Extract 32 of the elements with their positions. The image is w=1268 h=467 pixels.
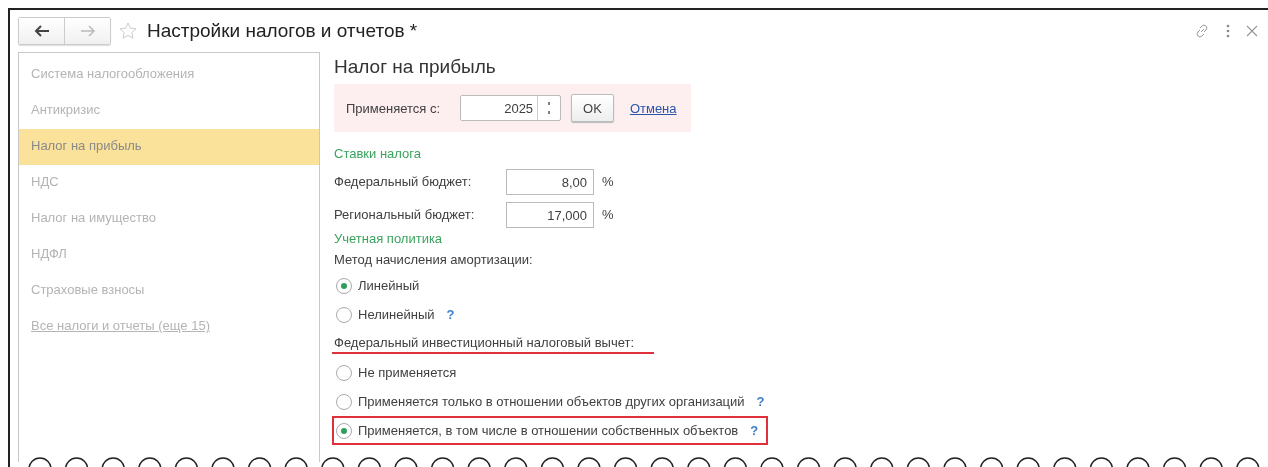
field-label: Применяется с:: [346, 100, 441, 116]
option-label[interactable]: Линейный: [358, 278, 420, 293]
group-heading: Ставки налога: [334, 146, 421, 161]
close-icon[interactable]: [1246, 25, 1258, 37]
section-title: Налог на прибыль: [334, 56, 497, 78]
option-label[interactable]: Применяется, в том числе в отношении собственных объектов: [358, 423, 739, 438]
help-icon[interactable]: ?: [446, 307, 455, 322]
rate-field[interactable]: 17,000: [506, 201, 594, 228]
option-label[interactable]: Не применяется: [358, 365, 457, 380]
option-label[interactable]: Применяется только в отношении объектов других организаций: [358, 394, 745, 409]
help-icon[interactable]: ?: [750, 423, 759, 438]
field-label: Региональный бюджет:: [334, 207, 476, 222]
star-icon[interactable]: [119, 22, 137, 40]
link-icon[interactable]: [1194, 23, 1210, 39]
left-arrow-icon[interactable]: [33, 25, 50, 37]
group-label: Федеральный инвестиционный налоговый вычет:: [332, 335, 655, 354]
year-field[interactable]: 2025: [460, 95, 562, 121]
ok-button[interactable]: OK: [571, 94, 614, 122]
back-button[interactable]: [19, 18, 64, 44]
more-icon[interactable]: [1226, 24, 1230, 38]
help-icon[interactable]: ?: [756, 394, 765, 409]
rate-field[interactable]: 8,00: [506, 168, 594, 195]
sidebar-item[interactable]: Налог на прибыль: [19, 129, 319, 165]
group-heading: Учетная политика: [334, 231, 443, 246]
window-title: Настройки налогов и отчетов *: [147, 20, 419, 42]
unit-label: %: [602, 174, 614, 189]
unit-label: %: [602, 207, 614, 222]
right-arrow-icon[interactable]: [79, 25, 96, 37]
option-label[interactable]: Нелинейный: [358, 307, 435, 322]
field-label: Федеральный бюджет:: [334, 174, 473, 189]
group-label: Метод начисления амортизации:: [334, 252, 533, 267]
cancel-link[interactable]: Отмена: [629, 100, 677, 116]
